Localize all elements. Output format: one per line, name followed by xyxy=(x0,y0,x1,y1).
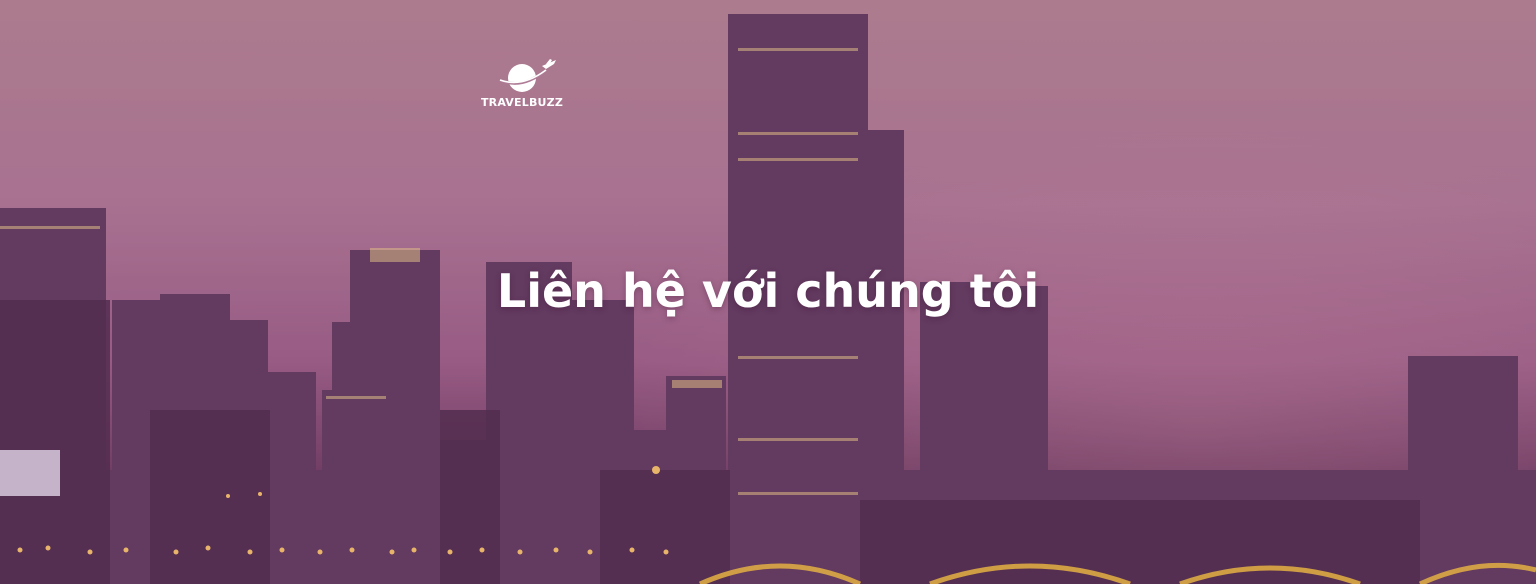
brand-logo[interactable]: TRAVELBUZZ xyxy=(476,58,568,114)
hero-banner: TRAVELBUZZ Liên hệ với chúng tôi xyxy=(0,0,1536,584)
planet-airplane-icon xyxy=(499,59,556,92)
brand-name: TRAVELBUZZ xyxy=(480,96,564,109)
page-title: Liên hệ với chúng tôi xyxy=(496,263,1040,318)
